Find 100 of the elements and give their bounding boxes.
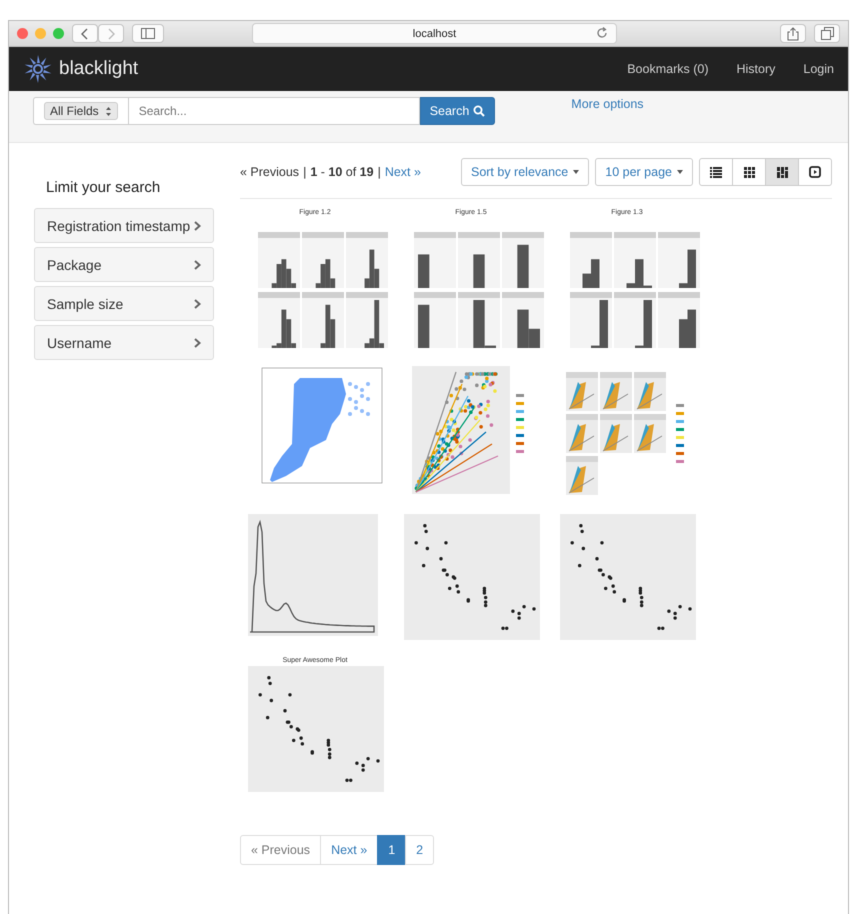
pagination-button[interactable]: Next »	[320, 835, 378, 865]
result-range: 1 - 10 of 19	[310, 165, 374, 179]
scatter-point	[424, 530, 428, 534]
scatter-point	[283, 709, 287, 712]
scatter-point	[532, 607, 536, 611]
facet-header	[570, 292, 612, 298]
scatter-point	[355, 762, 359, 765]
sun-logo-icon[interactable]	[23, 54, 53, 84]
facet-panel[interactable]: Package	[34, 247, 214, 282]
histogram-bar	[688, 310, 696, 348]
nav-link[interactable]: History	[736, 62, 776, 76]
scatter-facet-panel	[634, 414, 666, 453]
address-bar[interactable]: localhost	[252, 23, 617, 44]
next-link[interactable]: Next »	[384, 165, 421, 179]
pagination-button[interactable]: 1	[377, 835, 406, 865]
scatter-point	[348, 397, 352, 401]
masonry-view-button[interactable]	[765, 158, 799, 186]
sidebar-toggle-button[interactable]	[132, 24, 164, 43]
reload-icon[interactable]	[596, 27, 608, 39]
list-view-button[interactable]	[699, 158, 733, 186]
gallery-view-button[interactable]	[732, 158, 766, 186]
scatter-point	[268, 682, 272, 686]
search-icon	[473, 105, 486, 117]
scatter-point	[444, 541, 448, 544]
facet-header	[302, 292, 344, 298]
more-options-link[interactable]: More options	[571, 97, 644, 111]
sort-dropdown[interactable]: Sort by relevance	[460, 158, 590, 186]
scatter-point	[267, 676, 271, 680]
facet-header	[414, 232, 456, 238]
legend-swatch	[516, 434, 524, 437]
facet-header	[346, 232, 388, 238]
scatter-point	[455, 584, 459, 588]
masonry-icon	[776, 166, 788, 178]
scatter-point	[423, 524, 427, 528]
chevron-right-icon	[194, 220, 201, 230]
scatter-point	[612, 590, 616, 594]
scatter-point	[360, 394, 364, 398]
scatter-point	[258, 693, 262, 696]
scatter-point	[360, 409, 364, 413]
scatter-facet-panel	[600, 414, 632, 453]
chevron-right-icon	[194, 298, 201, 308]
facet-header	[302, 232, 344, 238]
per-page-dropdown[interactable]: 10 per page	[595, 158, 693, 186]
legend-swatch	[676, 428, 684, 431]
divider: |	[303, 165, 306, 179]
updown-arrows-icon	[104, 106, 112, 116]
histogram-bar	[418, 304, 430, 348]
facet-panel[interactable]: Sample size	[34, 286, 214, 321]
scatter-point	[426, 546, 430, 550]
search-field[interactable]: Search...	[128, 97, 420, 125]
scatter-point	[354, 385, 358, 389]
scatter-facet-panel	[634, 372, 666, 411]
scatter-point	[582, 546, 586, 550]
facet-header	[614, 292, 656, 298]
scatter-point	[422, 564, 426, 568]
brand-link[interactable]: blacklight	[59, 58, 138, 80]
scatter-facet-panel	[566, 456, 598, 495]
divider: |	[378, 165, 381, 179]
facet-header	[258, 292, 300, 298]
share-button[interactable]	[780, 24, 806, 43]
pagination-button[interactable]: 2	[405, 835, 434, 865]
nav-link[interactable]: Bookmarks (0)	[627, 62, 708, 76]
scatter-point	[600, 541, 604, 544]
facet-panel[interactable]: Username	[34, 325, 214, 360]
nav-link[interactable]: Login	[803, 62, 834, 76]
legend-swatch	[676, 460, 684, 463]
back-button[interactable]	[72, 24, 98, 43]
facet-panel[interactable]: Registration timestamp	[34, 208, 214, 243]
facet-header	[258, 232, 300, 238]
facet-header	[502, 292, 544, 298]
scatter-point	[578, 564, 582, 568]
list-icon	[710, 166, 722, 178]
chevron-right-icon	[194, 260, 201, 270]
field-select[interactable]: All Fields	[33, 97, 128, 125]
scatter-point	[579, 524, 583, 528]
search-button[interactable]: Search	[420, 97, 496, 125]
scatter-point	[299, 736, 303, 740]
grid-icon	[744, 166, 754, 178]
scatter-point	[570, 541, 574, 544]
scatter-point	[366, 412, 370, 416]
scatter-point	[688, 607, 692, 611]
scatter-point	[266, 716, 270, 720]
previous-label: « Previous	[240, 165, 300, 179]
legend-swatch	[676, 444, 684, 447]
play-icon	[809, 166, 821, 178]
legend-swatch	[676, 452, 684, 455]
scatter-point	[288, 693, 292, 696]
scatter-point	[439, 557, 443, 560]
facet-header	[502, 232, 544, 238]
scatter-point	[456, 590, 460, 594]
scatter-point	[678, 604, 682, 608]
scatter-facet-panel	[566, 414, 598, 453]
legend-swatch	[676, 436, 684, 439]
scatter-point	[511, 610, 515, 613]
scatter-point	[522, 604, 526, 608]
facet-header	[458, 232, 500, 238]
scatter-point	[270, 698, 274, 702]
tabs-button[interactable]	[814, 24, 840, 43]
slideshow-view-button[interactable]	[798, 158, 832, 186]
scatter-point	[366, 382, 370, 386]
